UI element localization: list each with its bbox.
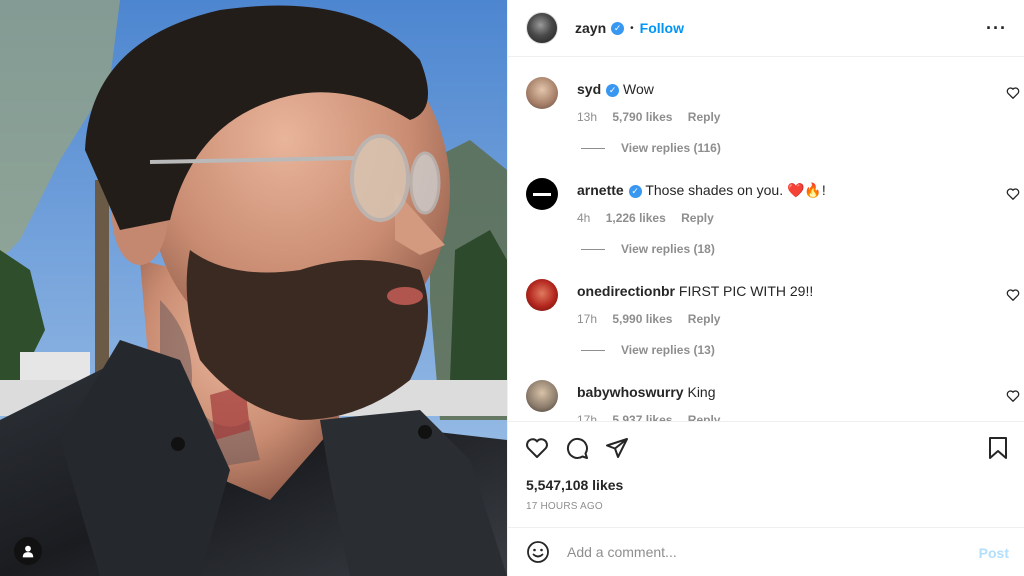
comment-time: 4h	[577, 211, 591, 225]
comment-like-heart-icon[interactable]	[1006, 288, 1020, 302]
comment-input[interactable]	[567, 544, 947, 560]
emoji-icon[interactable]	[526, 540, 550, 564]
post-header: zayn ✓ • Follow ···	[508, 0, 1024, 57]
tagged-users-button[interactable]	[14, 537, 42, 565]
comments-list[interactable]: syd ✓ Wow 13h 5,790 likes Reply View repl…	[508, 58, 1024, 421]
comment-text-row: babywhoswurry King	[577, 384, 977, 400]
more-options-icon[interactable]: ···	[986, 18, 1007, 39]
bookmark-icon	[989, 437, 1007, 459]
view-replies-label: View replies (13)	[621, 343, 715, 357]
comment-meta: 13h 5,790 likes Reply	[577, 110, 732, 124]
comment-text-row: syd ✓ Wow	[577, 81, 977, 97]
comment-likes[interactable]: 5,937 likes	[612, 413, 672, 421]
author-username[interactable]: zayn	[575, 20, 606, 36]
comment-username[interactable]: syd	[577, 81, 601, 97]
verified-badge-icon: ✓	[628, 185, 642, 198]
comment-text: Wow	[623, 81, 654, 97]
header-separator: •	[630, 22, 634, 34]
post-details-panel: zayn ✓ • Follow ··· syd ✓ Wow 13h 5,790 l…	[507, 0, 1024, 576]
replies-divider-line	[581, 349, 605, 351]
reply-button[interactable]: Reply	[688, 413, 721, 421]
post-actions: 5,547,108 likes 17 HOURS AGO	[508, 421, 1024, 527]
comment-avatar[interactable]	[526, 77, 558, 109]
action-icons-row	[525, 436, 629, 460]
comment-like-heart-icon[interactable]	[1006, 86, 1020, 100]
post-timestamp: 17 HOURS AGO	[526, 501, 603, 512]
comment-composer: Post	[508, 527, 1024, 576]
user-icon	[22, 545, 34, 558]
view-replies-button[interactable]: View replies (116)	[581, 141, 721, 155]
reply-button[interactable]: Reply	[688, 312, 721, 326]
heart-icon[interactable]	[525, 436, 549, 460]
post-image	[0, 0, 507, 576]
comment-text-row: arnette ✓ Those shades on you. ❤️🔥!	[577, 182, 977, 199]
comment-time: 17h	[577, 312, 598, 326]
comment-meta: 17h 5,990 likes Reply	[577, 312, 732, 326]
follow-button[interactable]: Follow	[640, 20, 684, 36]
verified-badge-icon: ✓	[606, 84, 620, 97]
comment-time: 13h	[577, 110, 598, 124]
post-likes-count[interactable]: 5,547,108 likes	[526, 477, 623, 493]
bookmark-button[interactable]	[987, 436, 1009, 460]
comment-text: Those shades on you. ❤️🔥!	[645, 182, 826, 198]
reply-button[interactable]: Reply	[681, 211, 714, 225]
post-comment-button[interactable]: Post	[979, 545, 1009, 561]
comment-likes[interactable]: 5,990 likes	[612, 312, 672, 326]
comment-likes[interactable]: 5,790 likes	[612, 110, 672, 124]
comment-likes[interactable]: 1,226 likes	[606, 211, 666, 225]
author-avatar[interactable]	[526, 12, 558, 44]
comment-username[interactable]: onedirectionbr	[577, 283, 675, 299]
comment-avatar[interactable]	[526, 279, 558, 311]
comment-text: FIRST PIC WITH 29!!	[678, 283, 814, 299]
post-photo[interactable]	[0, 0, 507, 576]
comment-username[interactable]: babywhoswurry	[577, 384, 684, 400]
comment-avatar[interactable]	[526, 178, 558, 210]
view-replies-button[interactable]: View replies (13)	[581, 343, 715, 357]
comment-like-heart-icon[interactable]	[1006, 187, 1020, 201]
comment-text: King	[687, 384, 716, 400]
view-replies-label: View replies (18)	[621, 242, 715, 256]
comment-avatar[interactable]	[526, 380, 558, 412]
comment-text-row: onedirectionbr FIRST PIC WITH 29!!	[577, 283, 977, 299]
comment-username[interactable]: arnette	[577, 182, 624, 198]
comment-icon[interactable]	[565, 436, 589, 460]
replies-divider-line	[581, 248, 605, 250]
view-replies-label: View replies (116)	[621, 141, 721, 155]
view-replies-button[interactable]: View replies (18)	[581, 242, 715, 256]
verified-badge-icon: ✓	[611, 21, 625, 35]
comment-meta: 4h 1,226 likes Reply	[577, 211, 726, 225]
reply-button[interactable]: Reply	[688, 110, 721, 124]
comment-time: 17h	[577, 413, 598, 421]
share-icon[interactable]	[605, 436, 629, 460]
replies-divider-line	[581, 147, 605, 149]
comment-like-heart-icon[interactable]	[1006, 389, 1020, 403]
comment-meta: 17h 5,937 likes Reply	[577, 413, 732, 421]
